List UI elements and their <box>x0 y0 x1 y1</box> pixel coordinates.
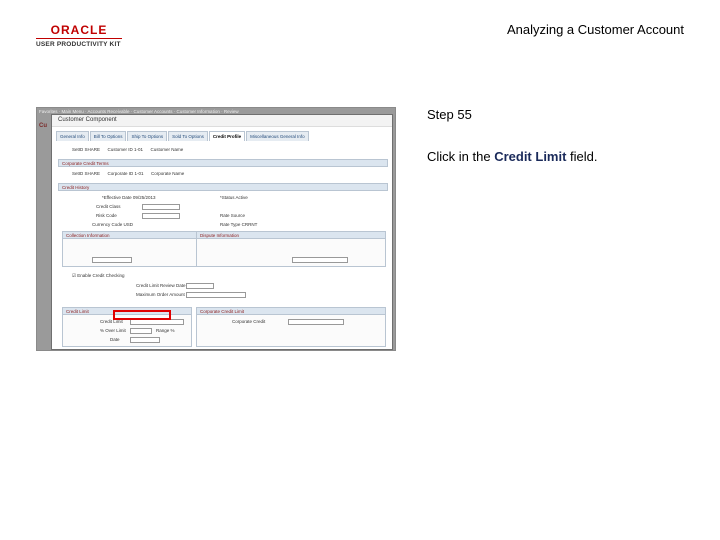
enable-credit-checking-label: ☑ Enable Credit Checking <box>72 273 125 278</box>
risk-code-field[interactable] <box>142 213 180 219</box>
tab-credit-profile[interactable]: Credit Profile <box>208 131 246 141</box>
instruction-suffix: field. <box>566 149 598 164</box>
credit-class-field[interactable] <box>142 204 180 210</box>
tab-misc-general-info[interactable]: Miscellaneous General Info <box>246 131 309 141</box>
component-tabs: General Info Bill To Options Ship To Opt… <box>52 127 392 141</box>
setid-row: SetID SHARE Customer ID 1-01 Customer Na… <box>72 147 184 152</box>
pct-over-limit-label: % Over Limit <box>100 328 126 333</box>
window-title: Customer Component <box>52 115 392 127</box>
tab-sold-to-options[interactable]: Sold To Options <box>168 131 208 141</box>
currency-code-label: Currency Code USD <box>92 222 134 227</box>
corporate-credit-section-header: Corporate Credit Terms <box>58 159 388 167</box>
customer-component-window: Customer Component General Info Bill To … <box>51 114 393 350</box>
rate-source-label: Rate Source <box>220 213 246 218</box>
corporate-credit-field[interactable] <box>288 319 344 325</box>
pct-over-limit-field[interactable] <box>130 328 152 334</box>
date-label: Date <box>110 337 120 342</box>
max-order-amount-label: Maximum Order Amount <box>136 292 185 297</box>
instruction-field-name: Credit Limit <box>494 149 567 164</box>
tab-general-info[interactable]: General Info <box>56 131 89 141</box>
credit-history-section-header: Credit History <box>58 183 388 191</box>
max-order-amount-field[interactable] <box>186 292 246 298</box>
credit-limit-review-label: Credit Limit Review Date <box>136 283 186 288</box>
credit-limit-highlight[interactable] <box>113 310 171 320</box>
instruction-text: Click in the Credit Limit field. <box>427 149 598 164</box>
corporate-credit-limit-header: Corporate Credit Limit <box>196 307 386 315</box>
oracle-logo-text: ORACLE <box>36 24 122 39</box>
page-title: Analyzing a Customer Account <box>506 22 684 37</box>
slide: ORACLE USER PRODUCTIVITY KIT Analyzing a… <box>0 0 720 540</box>
collection-date-field[interactable] <box>92 257 132 263</box>
step-label: Step 55 <box>427 107 472 122</box>
status-label: *Status Active <box>220 195 248 200</box>
effective-date-label: *Effective Date 09/25/2013 <box>102 195 156 200</box>
review-date-field[interactable] <box>186 283 214 289</box>
screenshot-left-label: Cu <box>39 123 47 129</box>
range-pct-label: Range % <box>156 328 175 333</box>
dispute-info-header: Dispute Information <box>196 231 386 239</box>
application-screenshot: Favorites · Main Menu · Accounts Receiva… <box>36 107 396 351</box>
corporate-row: SetID SHARE Corporate ID 1-01 Corporate … <box>72 171 185 176</box>
rate-type-label: Rate Type CRRNT <box>220 222 258 227</box>
credit-date-field[interactable] <box>130 337 160 343</box>
tab-bill-to-options[interactable]: Bill To Options <box>89 131 127 141</box>
instruction-prefix: Click in the <box>427 149 495 164</box>
risk-code-label: Risk Code <box>96 213 117 218</box>
oracle-upk-logo: ORACLE USER PRODUCTIVITY KIT <box>36 24 122 48</box>
corporate-credit-label: Corporate Credit <box>232 319 266 324</box>
upk-logo-text: USER PRODUCTIVITY KIT <box>36 41 121 48</box>
tab-ship-to-options[interactable]: Ship To Options <box>127 131 168 141</box>
credit-class-label: Credit Class <box>96 204 121 209</box>
dispute-amount-field[interactable] <box>292 257 348 263</box>
